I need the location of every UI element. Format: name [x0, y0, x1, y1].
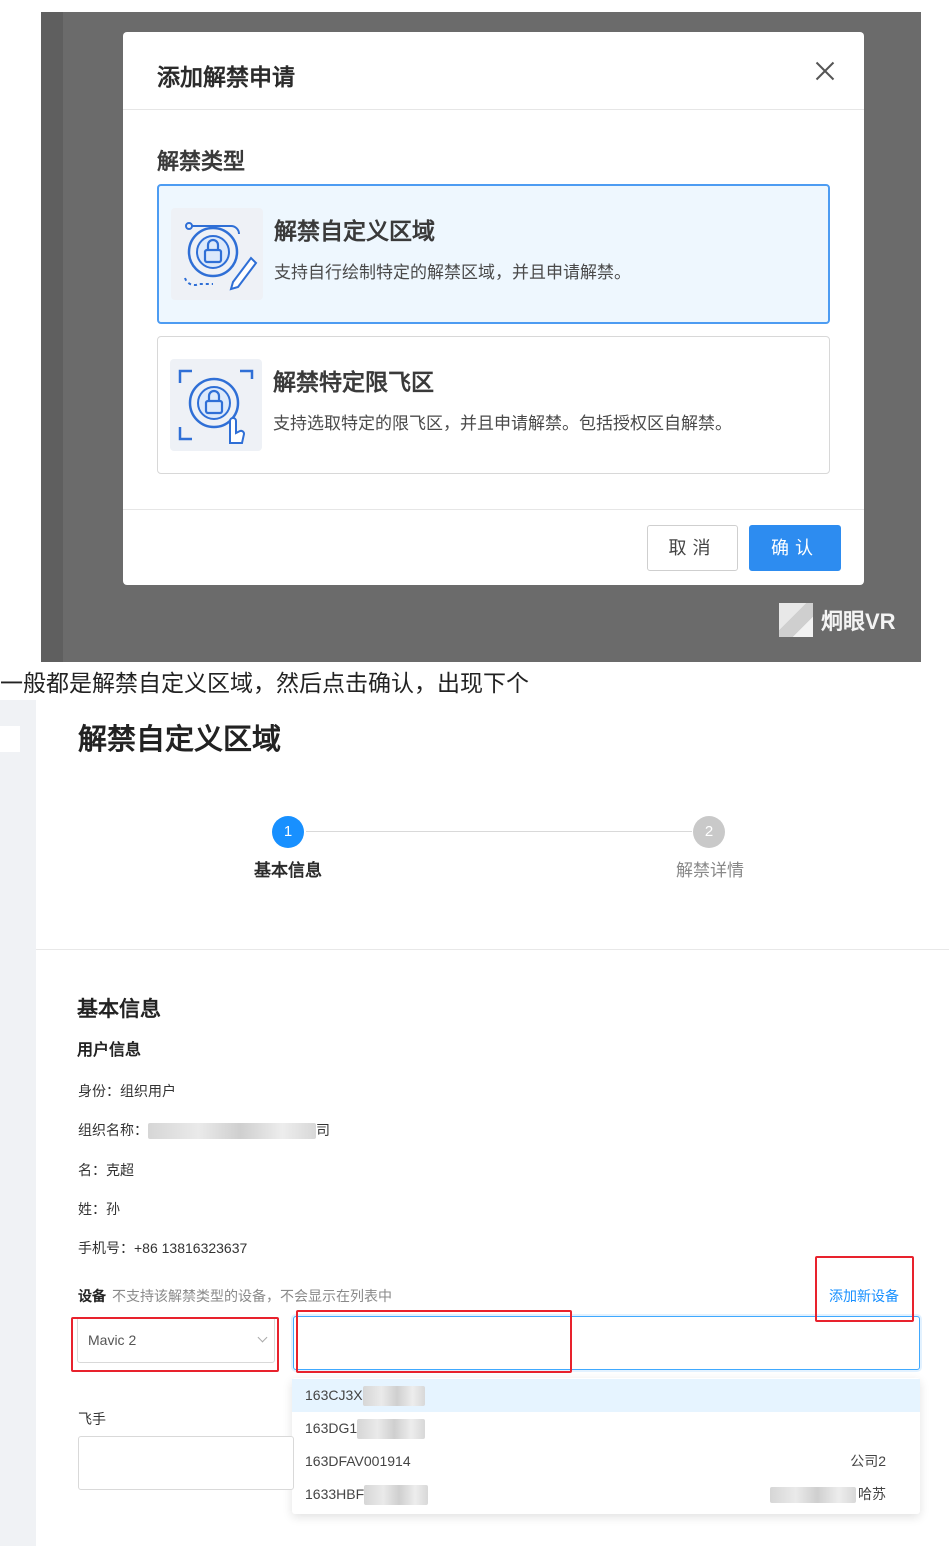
divider	[36, 949, 949, 950]
dropdown-option[interactable]: 1633HBF 哈苏	[292, 1478, 920, 1511]
dropdown-option[interactable]: 163CJ3X	[292, 1379, 920, 1412]
org-row: 组织名称： 司	[78, 1120, 330, 1140]
dropdown-option[interactable]: 163DFAV001914 公司2	[292, 1445, 920, 1478]
pilot-label: 飞手	[78, 1411, 106, 1427]
step-2-label: 解禁详情	[676, 861, 744, 880]
close-icon[interactable]	[814, 60, 836, 82]
add-device-link[interactable]: 添加新设备	[829, 1286, 899, 1306]
option-specific-zone[interactable]: 解禁特定限飞区 支持选取特定的限飞区，并且申请解禁。包括授权区自解禁。	[157, 336, 830, 474]
page-title: 解禁自定义区域	[78, 724, 282, 756]
option-title: 解禁特定限飞区	[273, 369, 434, 395]
org-key: 组织名称：	[78, 1122, 148, 1138]
redacted-org-name	[148, 1123, 316, 1140]
caption-text: 一般都是解禁自定义区域，然后点击确认，出现下个	[0, 670, 529, 696]
confirm-button[interactable]: 确认	[749, 525, 841, 571]
last-name-row: 姓：孙	[78, 1199, 120, 1219]
modal-footer: 取消 确认	[123, 509, 864, 585]
option-desc: 支持自行绘制特定的解禁区域，并且申请解禁。	[274, 263, 631, 282]
step-1-dot: 1	[272, 816, 304, 848]
lock-draw-icon	[171, 208, 263, 300]
lock-select-icon	[170, 359, 262, 451]
device-model-select[interactable]: Mavic 2	[77, 1317, 275, 1363]
first-name-row: 名：克超	[78, 1160, 134, 1180]
identity-row: 身份：组织用户	[78, 1081, 176, 1101]
sidebar-edge-item	[0, 726, 20, 752]
chevron-down-icon	[257, 1332, 268, 1343]
serial-dropdown: 163CJ3X 163DG1 163DFAV001914 公司2 1633HBF…	[292, 1378, 920, 1514]
option-custom-area[interactable]: 解禁自定义区域 支持自行绘制特定的解禁区域，并且申请解禁。	[157, 184, 830, 324]
device-serial-input[interactable]	[293, 1316, 920, 1370]
backdrop-strip	[41, 12, 63, 662]
device-hint: 不支持该解禁类型的设备，不会显示在列表中	[112, 1288, 392, 1304]
modal-title: 添加解禁申请	[157, 64, 295, 90]
pilot-input[interactable]	[78, 1436, 294, 1490]
device-model-value: Mavic 2	[88, 1332, 137, 1348]
phone-value: +86 13816323637	[134, 1240, 248, 1256]
step-1-label: 基本信息	[254, 861, 322, 880]
device-label: 设备 不支持该解禁类型的设备，不会显示在列表中	[78, 1286, 392, 1306]
user-info-title: 用户信息	[77, 1042, 142, 1059]
option-desc: 支持选取特定的限飞区，并且申请解禁。包括授权区自解禁。	[273, 414, 732, 433]
device-label-text: 设备	[78, 1288, 106, 1304]
dropdown-option[interactable]: 163DG1	[292, 1412, 920, 1445]
modal-screenshot: 添加解禁申请 解禁类型 解禁自定义区域 支持自行绘制特定的解禁区域，并且申请解禁…	[41, 12, 921, 662]
option-title: 解禁自定义区域	[274, 218, 435, 244]
unlock-type-label: 解禁类型	[157, 149, 246, 174]
first-name-value: 克超	[106, 1162, 134, 1178]
last-name-key: 姓：	[78, 1201, 106, 1217]
form-screenshot: 解禁自定义区域 1 2 基本信息 解禁详情 基本信息 用户信息 身份：组织用户 …	[0, 700, 949, 1546]
steps-connector	[306, 831, 692, 832]
watermark-text: 炯眼VR	[821, 609, 896, 634]
cancel-button[interactable]: 取消	[647, 525, 738, 571]
identity-key: 身份：	[78, 1083, 120, 1099]
first-name-key: 名：	[78, 1162, 106, 1178]
step-2-dot: 2	[693, 816, 725, 848]
org-value: 司	[316, 1122, 330, 1138]
add-unlock-modal: 添加解禁申请 解禁类型 解禁自定义区域 支持自行绘制特定的解禁区域，并且申请解禁…	[123, 32, 864, 585]
sidebar-edge	[0, 700, 36, 1546]
watermark: 炯眼VR	[779, 600, 896, 640]
identity-value: 组织用户	[120, 1083, 176, 1099]
phone-key: 手机号：	[78, 1240, 134, 1256]
phone-row: 手机号：+86 13816323637	[78, 1238, 247, 1258]
watermark-logo-icon	[779, 603, 813, 637]
last-name-value: 孙	[106, 1201, 120, 1217]
section-title: 基本信息	[77, 998, 161, 1021]
modal-header: 添加解禁申请	[123, 32, 864, 110]
